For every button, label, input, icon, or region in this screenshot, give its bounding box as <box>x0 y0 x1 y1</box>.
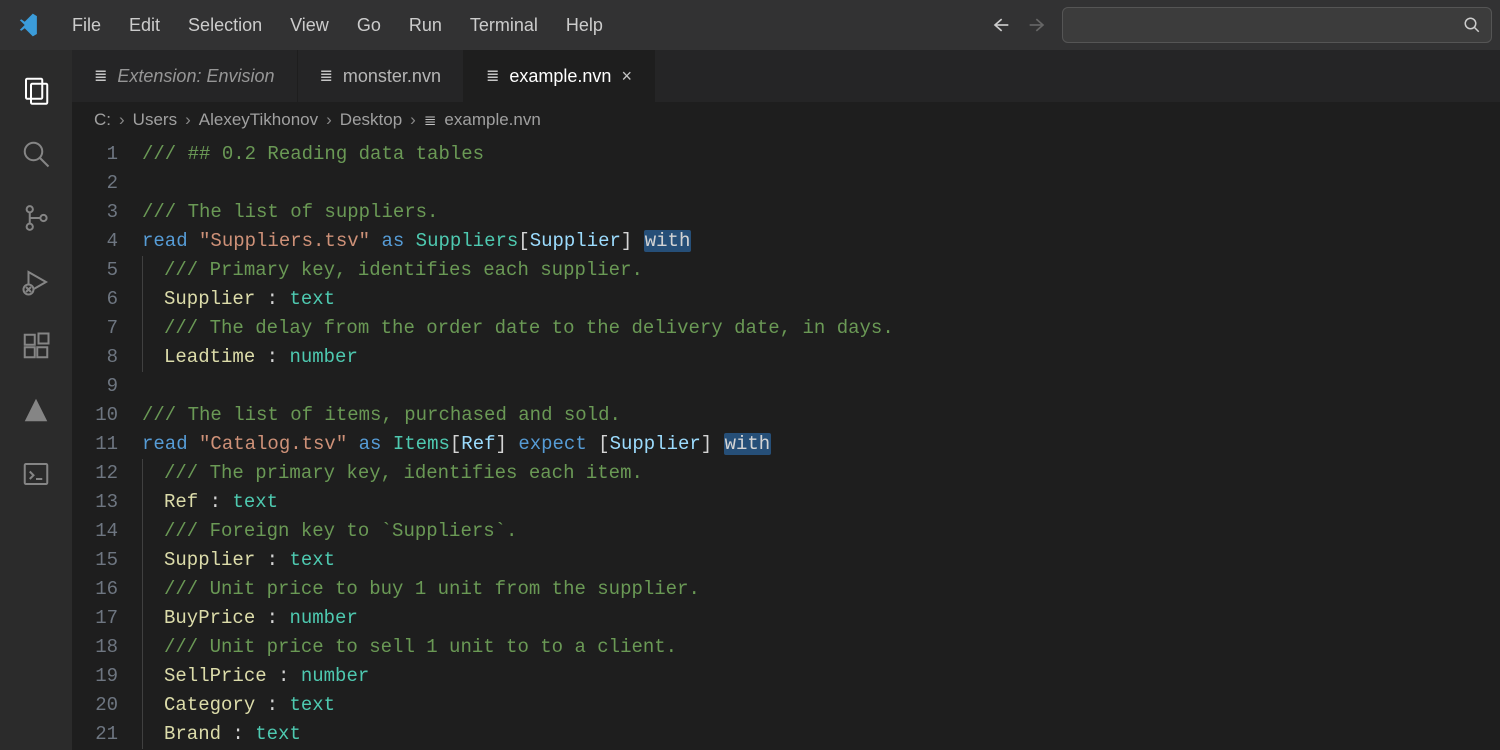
code-line[interactable]: read "Catalog.tsv" as Items[Ref] expect … <box>142 430 1500 459</box>
code-line[interactable]: Ref : text <box>142 488 1500 517</box>
run-debug-icon[interactable] <box>18 264 54 300</box>
menu-selection[interactable]: Selection <box>174 15 276 36</box>
code-line[interactable]: BuyPrice : number <box>142 604 1500 633</box>
breadcrumb-seg[interactable]: AlexeyTikhonov <box>199 110 318 130</box>
menubar: File Edit Selection View Go Run Terminal… <box>0 0 1500 50</box>
line-number: 20 <box>72 691 118 720</box>
code-line[interactable]: /// Primary key, identifies each supplie… <box>142 256 1500 285</box>
line-number: 5 <box>72 256 118 285</box>
code-editor[interactable]: 123456789101112131415161718192021 /// ##… <box>72 138 1500 750</box>
line-number: 3 <box>72 198 118 227</box>
line-number: 17 <box>72 604 118 633</box>
tab-bar: ≣ Extension: Envision ≣ monster.nvn ≣ ex… <box>72 50 1500 102</box>
breadcrumb-seg[interactable]: Desktop <box>340 110 402 130</box>
tab-label: example.nvn <box>509 66 611 87</box>
extensions-icon[interactable] <box>18 328 54 364</box>
code-line[interactable]: Supplier : text <box>142 546 1500 575</box>
code-line[interactable] <box>142 169 1500 198</box>
breadcrumb[interactable]: C: › Users › AlexeyTikhonov › Desktop › ≣ ex… <box>72 102 1500 138</box>
line-number: 9 <box>72 372 118 401</box>
list-icon: ≣ <box>94 66 107 86</box>
menu-run[interactable]: Run <box>395 15 456 36</box>
code-line[interactable]: /// Unit price to buy 1 unit from the su… <box>142 575 1500 604</box>
tab-extension-envision[interactable]: ≣ Extension: Envision <box>72 50 298 102</box>
search-icon <box>1463 16 1481 34</box>
tab-label: Extension: Envision <box>117 66 274 87</box>
azure-icon[interactable] <box>18 392 54 428</box>
tab-example-nvn[interactable]: ≣ example.nvn × <box>464 50 655 102</box>
line-number: 13 <box>72 488 118 517</box>
command-search-input[interactable] <box>1062 7 1492 43</box>
menu-edit[interactable]: Edit <box>115 15 174 36</box>
line-number: 14 <box>72 517 118 546</box>
line-number: 21 <box>72 720 118 749</box>
line-number: 8 <box>72 343 118 372</box>
line-number: 2 <box>72 169 118 198</box>
line-number: 6 <box>72 285 118 314</box>
chevron-right-icon: › <box>185 110 191 130</box>
list-icon: ≣ <box>320 66 333 86</box>
menu-go[interactable]: Go <box>343 15 395 36</box>
chevron-right-icon: › <box>326 110 332 130</box>
tab-monster-nvn[interactable]: ≣ monster.nvn <box>298 50 464 102</box>
terminal-panel-icon[interactable] <box>18 456 54 492</box>
code-line[interactable] <box>142 372 1500 401</box>
line-number: 11 <box>72 430 118 459</box>
code-line[interactable]: read "Suppliers.tsv" as Suppliers[Suppli… <box>142 227 1500 256</box>
menu-view[interactable]: View <box>276 15 343 36</box>
menu-file[interactable]: File <box>58 15 115 36</box>
code-line[interactable]: /// Foreign key to `Suppliers`. <box>142 517 1500 546</box>
line-number: 18 <box>72 633 118 662</box>
list-icon: ≣ <box>486 66 499 86</box>
menu-terminal[interactable]: Terminal <box>456 15 552 36</box>
vscode-logo-icon <box>6 12 58 38</box>
line-number: 1 <box>72 140 118 169</box>
code-line[interactable]: /// The list of items, purchased and sol… <box>142 401 1500 430</box>
code-line[interactable]: Leadtime : number <box>142 343 1500 372</box>
list-icon: ≣ <box>424 111 437 129</box>
code-line[interactable]: Category : text <box>142 691 1500 720</box>
code-line[interactable]: SellPrice : number <box>142 662 1500 691</box>
search-icon[interactable] <box>18 136 54 172</box>
breadcrumb-seg[interactable]: Users <box>133 110 177 130</box>
line-number-gutter: 123456789101112131415161718192021 <box>72 138 142 750</box>
line-number: 7 <box>72 314 118 343</box>
breadcrumb-seg[interactable]: example.nvn <box>444 110 540 130</box>
line-number: 4 <box>72 227 118 256</box>
code-line[interactable]: Supplier : text <box>142 285 1500 314</box>
source-control-icon[interactable] <box>18 200 54 236</box>
code-line[interactable]: /// The primary key, identifies each ite… <box>142 459 1500 488</box>
code-line[interactable]: Brand : text <box>142 720 1500 749</box>
line-number: 10 <box>72 401 118 430</box>
code-area[interactable]: /// ## 0.2 Reading data tables /// The li… <box>142 138 1500 750</box>
close-icon[interactable]: × <box>621 66 632 87</box>
tab-label: monster.nvn <box>343 66 441 87</box>
line-number: 12 <box>72 459 118 488</box>
code-line[interactable]: /// The delay from the order date to the… <box>142 314 1500 343</box>
editor-group: ≣ Extension: Envision ≣ monster.nvn ≣ ex… <box>72 50 1500 750</box>
chevron-right-icon: › <box>410 110 416 130</box>
breadcrumb-seg[interactable]: C: <box>94 110 111 130</box>
nav-back-icon[interactable] <box>986 11 1014 39</box>
nav-forward-icon[interactable] <box>1024 11 1052 39</box>
code-line[interactable]: /// The list of suppliers. <box>142 198 1500 227</box>
code-line[interactable]: /// ## 0.2 Reading data tables <box>142 140 1500 169</box>
chevron-right-icon: › <box>119 110 125 130</box>
line-number: 16 <box>72 575 118 604</box>
line-number: 19 <box>72 662 118 691</box>
explorer-icon[interactable] <box>18 72 54 108</box>
menu-help[interactable]: Help <box>552 15 617 36</box>
activity-bar <box>0 50 72 750</box>
line-number: 15 <box>72 546 118 575</box>
code-line[interactable]: /// Unit price to sell 1 unit to to a cl… <box>142 633 1500 662</box>
